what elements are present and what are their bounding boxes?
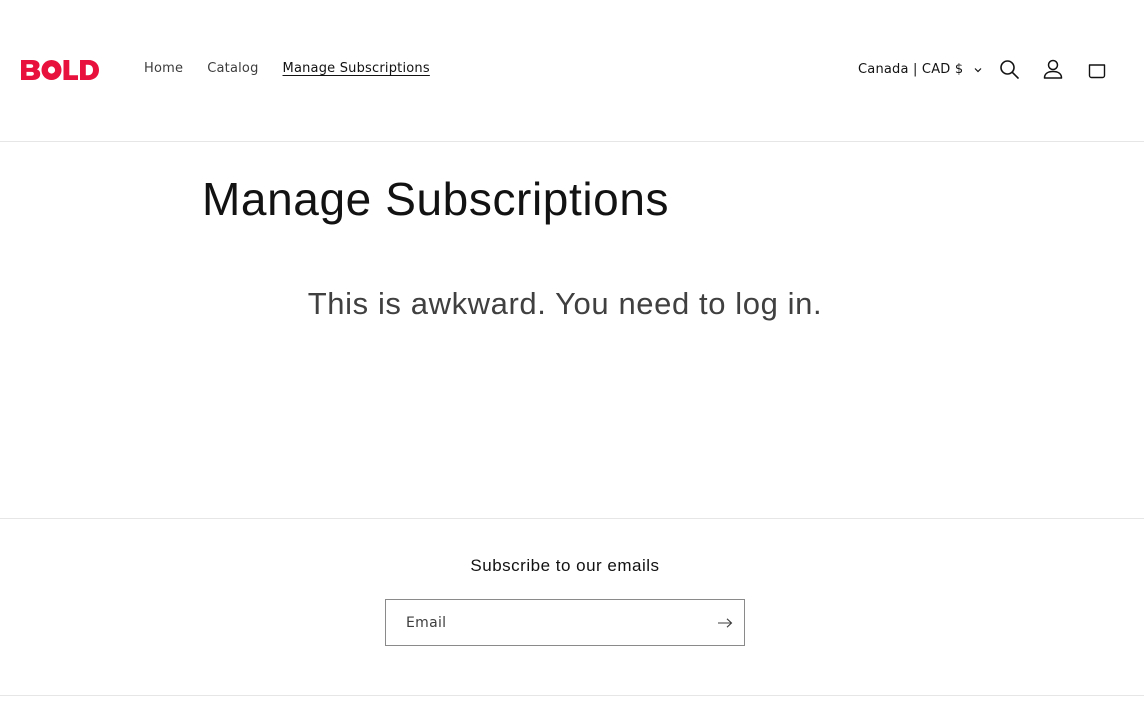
nav-home[interactable]: Home <box>132 58 195 80</box>
country-selector[interactable]: Canada | CAD $ <box>858 58 983 80</box>
main-nav: Home Catalog Manage Subscriptions <box>132 58 442 80</box>
bold-logo-icon <box>21 60 99 80</box>
newsletter-heading: Subscribe to our emails <box>470 556 660 575</box>
nav-catalog[interactable]: Catalog <box>195 58 270 80</box>
country-selector-label: Canada | CAD $ <box>858 61 964 77</box>
page-title: Manage Subscriptions <box>202 173 670 225</box>
login-required-message: This is awkward. You need to log in. <box>307 286 823 321</box>
newsletter-section: Subscribe to our emails <box>0 518 1144 696</box>
page: Home Catalog Manage Subscriptions Canada… <box>0 0 1144 702</box>
nav-manage-subscriptions[interactable]: Manage Subscriptions <box>271 58 442 80</box>
account-icon[interactable] <box>1042 58 1064 80</box>
subscribe-submit-button[interactable] <box>714 612 736 634</box>
brand-logo[interactable] <box>21 60 99 80</box>
email-form <box>385 599 745 646</box>
site-header: Home Catalog Manage Subscriptions Canada… <box>0 0 1144 142</box>
email-input[interactable] <box>386 600 706 645</box>
cart-icon[interactable] <box>1086 58 1108 80</box>
chevron-down-icon <box>973 64 983 74</box>
arrow-right-icon <box>718 618 733 628</box>
search-icon[interactable] <box>998 58 1020 80</box>
